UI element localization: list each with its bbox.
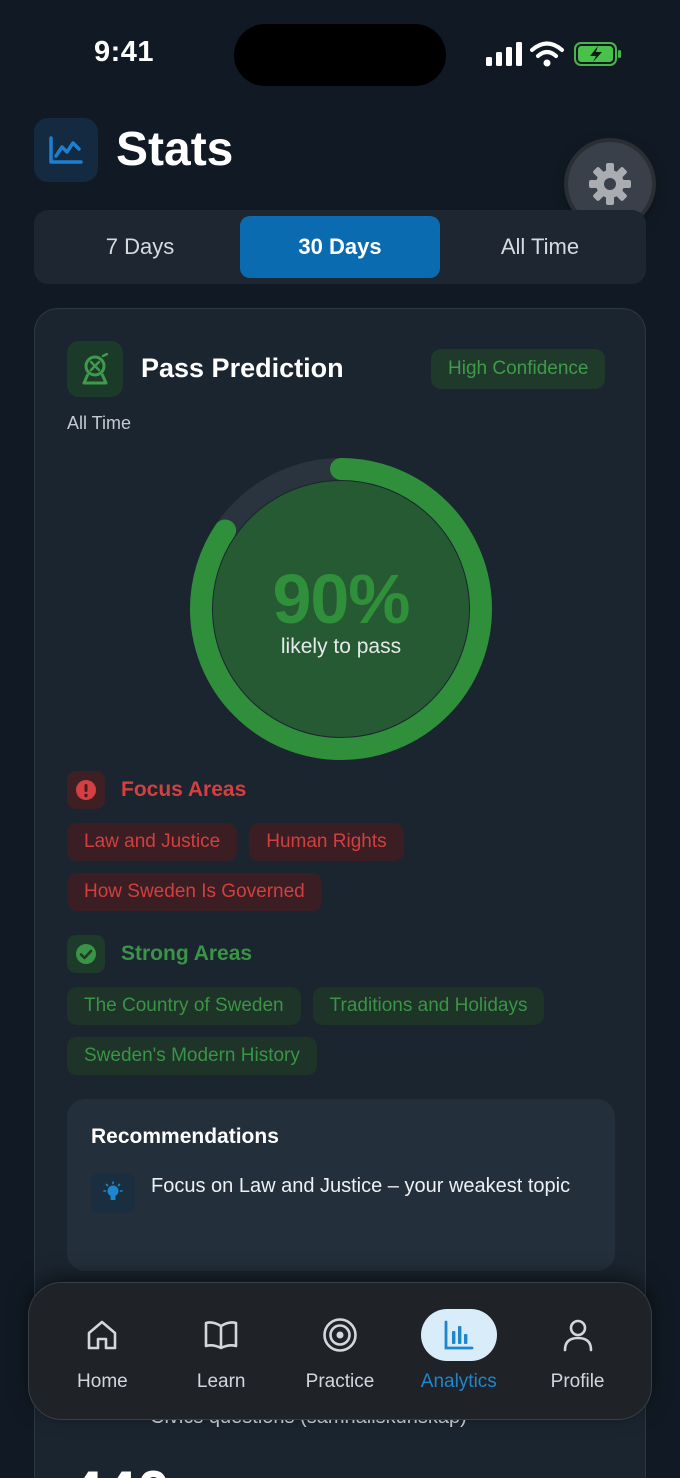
strong-areas-list: The Country of Sweden Traditions and Hol… bbox=[67, 987, 627, 1075]
strong-icon-tile bbox=[67, 935, 105, 973]
confidence-badge: High Confidence bbox=[431, 349, 606, 389]
stats-header-icon bbox=[34, 118, 98, 182]
pass-prediction-title: Pass Prediction bbox=[141, 353, 344, 383]
pass-percent: 90% bbox=[272, 560, 410, 638]
recommendations-title: Recommendations bbox=[91, 1125, 279, 1148]
nav-learn-label: Learn bbox=[196, 1371, 246, 1392]
target-icon bbox=[323, 1318, 357, 1352]
bottom-navigation: Home Learn Practice Analytics Profile bbox=[28, 1282, 652, 1420]
lightbulb-icon bbox=[103, 1181, 123, 1200]
tab-30-days[interactable]: 30 Days bbox=[240, 216, 440, 278]
recommendation-text: Focus on Law and Justice – your weakest … bbox=[151, 1175, 571, 1197]
nav-profile[interactable]: Profile bbox=[523, 1309, 633, 1393]
nav-analytics[interactable]: Analytics bbox=[404, 1309, 514, 1393]
battery-charging-icon bbox=[574, 42, 621, 66]
person-icon bbox=[563, 1319, 592, 1352]
date-range-tabs: 7 Days 30 Days All Time bbox=[34, 210, 646, 284]
strong-chip[interactable]: Sweden's Modern History bbox=[67, 1037, 317, 1075]
gear-icon bbox=[589, 163, 631, 205]
nav-home-label: Home bbox=[77, 1371, 128, 1392]
nav-learn[interactable]: Learn bbox=[166, 1309, 276, 1393]
strong-areas-heading: Strong Areas bbox=[67, 935, 252, 973]
focus-chip[interactable]: How Sweden Is Governed bbox=[67, 873, 322, 911]
focus-areas-heading: Focus Areas bbox=[67, 771, 246, 809]
pass-prediction-icon-tile bbox=[67, 341, 123, 397]
page-title: Stats bbox=[116, 123, 234, 176]
chart-line-icon bbox=[49, 136, 83, 164]
home-icon bbox=[88, 1320, 117, 1350]
strong-chip[interactable]: Traditions and Holidays bbox=[312, 987, 545, 1025]
focus-icon-tile bbox=[67, 771, 105, 809]
focus-areas-title: Focus Areas bbox=[121, 778, 247, 801]
check-circle-icon bbox=[76, 944, 96, 964]
cellular-signal-icon bbox=[486, 42, 522, 66]
nav-practice[interactable]: Practice bbox=[285, 1309, 395, 1393]
pass-caption: likely to pass bbox=[280, 635, 402, 658]
target-medal-icon bbox=[82, 353, 109, 385]
book-icon bbox=[204, 1321, 238, 1350]
wifi-icon bbox=[530, 41, 564, 67]
alert-circle-icon bbox=[76, 780, 96, 800]
focus-chip[interactable]: Human Rights bbox=[249, 823, 404, 861]
nav-practice-label: Practice bbox=[305, 1371, 375, 1392]
tab-all-time[interactable]: All Time bbox=[440, 216, 640, 278]
focus-areas-list: Law and Justice Human Rights How Sweden … bbox=[67, 823, 627, 911]
nav-analytics-label: Analytics bbox=[420, 1371, 497, 1392]
strong-areas-title: Strong Areas bbox=[121, 942, 253, 965]
next-card-number: 440 bbox=[70, 1458, 170, 1478]
recommendation-icon-tile bbox=[91, 1173, 135, 1213]
strong-chip[interactable]: The Country of Sweden bbox=[67, 987, 301, 1025]
nav-home[interactable]: Home bbox=[47, 1309, 157, 1393]
nav-profile-label: Profile bbox=[550, 1371, 605, 1392]
status-time: 9:41 bbox=[94, 36, 155, 68]
focus-chip[interactable]: Law and Justice bbox=[67, 823, 238, 861]
pass-prediction-period: All Time bbox=[67, 413, 132, 433]
tab-7-days[interactable]: 7 Days bbox=[40, 216, 240, 278]
recommendations-box: Recommendations Focus on Law and Justice… bbox=[67, 1099, 615, 1271]
bar-chart-icon bbox=[444, 1320, 474, 1350]
dynamic-island bbox=[234, 24, 446, 86]
